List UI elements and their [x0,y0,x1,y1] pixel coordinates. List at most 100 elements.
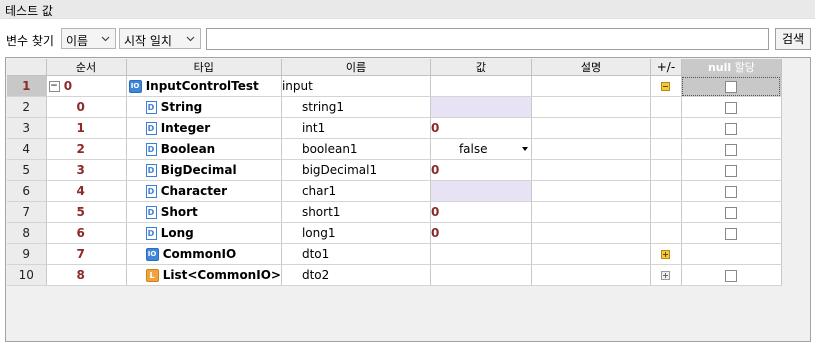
value-cell[interactable] [430,96,532,118]
value-cell[interactable] [430,75,532,97]
name-cell[interactable]: input [281,75,431,97]
table-row[interactable]: 6 4 D Character char1 [7,180,782,202]
plus-minus-cell[interactable] [650,243,682,265]
table-row[interactable]: 9 7 IO CommonIO dto1 [7,243,782,265]
search-field-select[interactable]: 이름 [61,28,116,49]
order-cell[interactable]: 5 [46,201,127,223]
name-cell[interactable]: dto1 [281,243,431,265]
description-column-header[interactable]: 설명 [531,59,651,76]
order-cell[interactable]: 3 [46,159,127,181]
type-cell[interactable]: D BigDecimal [126,159,282,181]
value-cell[interactable] [430,180,532,202]
name-cell[interactable]: string1 [281,96,431,118]
name-cell[interactable]: boolean1 [281,138,431,160]
search-input[interactable] [206,28,769,50]
description-cell[interactable] [531,117,651,139]
description-cell[interactable] [531,180,651,202]
null-assign-cell[interactable] [681,264,782,286]
null-checkbox[interactable] [725,80,738,93]
test-value-grid: 순서 타입 이름 값 설명 +/- null 할당 1 − 0 IO Input… [5,57,811,342]
expand-plus-icon[interactable] [661,250,671,259]
null-checkbox[interactable] [725,269,738,282]
null-assign-cell[interactable] [681,117,782,139]
table-row[interactable]: 5 3 D BigDecimal bigDecimal1 0 [7,159,782,181]
null-assign-cell[interactable] [681,159,782,181]
null-checkbox[interactable] [725,122,738,135]
type-column-header[interactable]: 타입 [126,59,282,76]
order-column-header[interactable]: 순서 [46,59,127,76]
null-checkbox[interactable] [725,227,738,240]
table-row[interactable]: 3 1 D Integer int1 0 [7,117,782,139]
plus-minus-column-header[interactable]: +/- [650,59,682,76]
order-cell[interactable]: 1 [46,117,127,139]
null-assign-cell[interactable] [681,96,782,118]
description-cell[interactable] [531,96,651,118]
null-assign-cell[interactable] [681,75,782,97]
add-item-plus-icon[interactable] [661,271,671,280]
name-cell[interactable]: short1 [281,201,431,223]
collapse-minus-icon[interactable] [661,82,671,91]
order-cell[interactable]: 0 [46,96,127,118]
null-assign-cell[interactable] [681,180,782,202]
type-cell[interactable]: D String [126,96,282,118]
plus-minus-cell[interactable] [650,75,682,97]
match-mode-select[interactable]: 시작 일치 [119,28,201,49]
plus-minus-cell [650,222,682,244]
null-assign-cell[interactable] [681,201,782,223]
table-row[interactable]: 1 − 0 IO InputControlTest input [7,75,782,97]
order-cell[interactable]: 6 [46,222,127,244]
value-cell[interactable] [430,243,532,265]
name-column-header[interactable]: 이름 [281,59,431,76]
value-column-header[interactable]: 값 [430,59,532,76]
type-cell[interactable]: D Boolean [126,138,282,160]
name-cell[interactable]: long1 [281,222,431,244]
value-cell[interactable]: 0 [430,222,532,244]
description-cell[interactable] [531,201,651,223]
null-assign-cell[interactable] [681,222,782,244]
null-checkbox[interactable] [725,206,738,219]
null-checkbox[interactable] [725,185,738,198]
value-cell[interactable]: 0 [430,201,532,223]
name-cell[interactable]: int1 [281,117,431,139]
value-cell[interactable]: 0 [430,117,532,139]
order-cell[interactable]: − 0 [46,75,127,97]
description-cell[interactable] [531,75,651,97]
order-cell[interactable]: 8 [46,264,127,286]
null-checkbox[interactable] [725,164,738,177]
description-cell[interactable] [531,138,651,160]
value-cell[interactable]: 0 [430,159,532,181]
table-row[interactable]: 10 8 L List<CommonIO> dto2 [7,264,782,286]
name-cell[interactable]: char1 [281,180,431,202]
table-row[interactable]: 4 2 D Boolean boolean1 false [7,138,782,160]
type-cell[interactable]: L List<CommonIO> [126,264,282,286]
description-cell[interactable] [531,159,651,181]
table-row[interactable]: 8 6 D Long long1 0 [7,222,782,244]
order-cell[interactable]: 7 [46,243,127,265]
boolean-dropdown[interactable]: false [431,139,531,159]
null-assign-cell[interactable] [681,138,782,160]
order-cell[interactable]: 4 [46,180,127,202]
null-assign-column-header[interactable]: null 할당 [681,59,782,76]
type-cell[interactable]: D Integer [126,117,282,139]
description-cell[interactable] [531,243,651,265]
name-cell[interactable]: bigDecimal1 [281,159,431,181]
plus-minus-cell[interactable] [650,264,682,286]
boolean-value-dropdown[interactable]: false [430,138,532,160]
dropdown-arrow-icon[interactable] [521,147,528,151]
null-checkbox[interactable] [725,101,738,114]
type-cell[interactable]: D Character [126,180,282,202]
type-cell[interactable]: D Short [126,201,282,223]
type-cell[interactable]: IO CommonIO [126,243,282,265]
type-cell[interactable]: D Long [126,222,282,244]
description-cell[interactable] [531,264,651,286]
value-cell[interactable] [430,264,532,286]
table-row[interactable]: 2 0 D String string1 [7,96,782,118]
collapse-icon[interactable]: − [48,81,60,92]
description-cell[interactable] [531,222,651,244]
order-cell[interactable]: 2 [46,138,127,160]
type-cell[interactable]: IO InputControlTest [126,75,282,97]
table-row[interactable]: 7 5 D Short short1 0 [7,201,782,223]
null-checkbox[interactable] [725,143,738,156]
name-cell[interactable]: dto2 [281,264,431,286]
search-button[interactable]: 검색 [775,28,811,50]
